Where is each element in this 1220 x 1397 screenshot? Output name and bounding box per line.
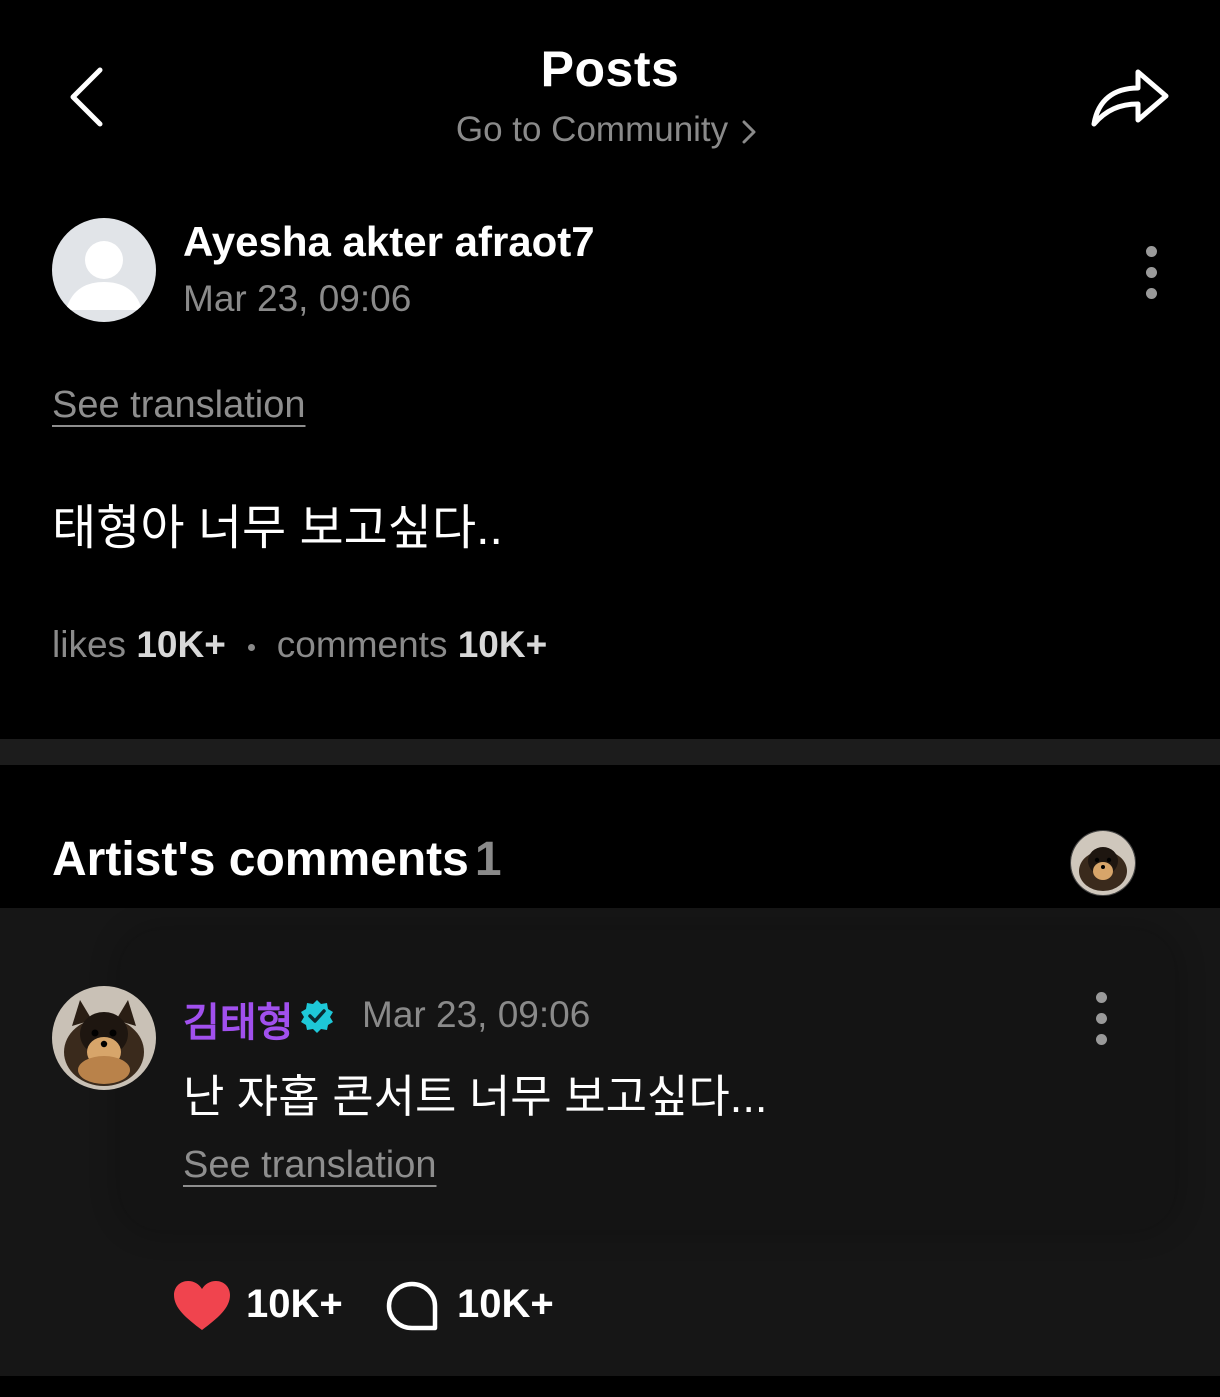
post-more-button[interactable]: [1136, 246, 1166, 306]
post-author-name[interactable]: Ayesha akter afraot7: [183, 218, 595, 266]
more-vertical-icon: [1136, 246, 1166, 299]
section-divider: [0, 739, 1220, 765]
pomeranian-avatar-image: [1071, 831, 1135, 895]
comment-date: Mar 23, 09:06: [362, 994, 591, 1035]
comment-text: 난 쟈홉 콘서트 너무 보고싶다...: [183, 1071, 768, 1122]
comments-count: 10K+: [457, 624, 548, 665]
comment-more-button[interactable]: [1086, 992, 1116, 1052]
artist-comment-avatar[interactable]: [52, 986, 156, 1090]
comment-reply-count: 10K+: [457, 1282, 554, 1326]
artist-comments-count: 1: [474, 833, 502, 886]
post-date: Mar 23, 09:06: [183, 278, 412, 319]
post-stats: likes 10K+ comments 10K+: [52, 624, 547, 666]
share-button[interactable]: [1088, 62, 1172, 134]
like-button[interactable]: [172, 1280, 232, 1332]
artist-comments-title: Artist's comments: [52, 833, 469, 886]
artist-mini-avatar[interactable]: [1070, 830, 1136, 896]
comment-see-translation-link[interactable]: See translation: [183, 1144, 437, 1187]
comment-like-count: 10K+: [246, 1282, 343, 1326]
share-icon: [1091, 69, 1169, 127]
likes-label: likes: [52, 624, 127, 665]
page-title: Posts: [540, 41, 680, 97]
comment-bubble-icon: [386, 1281, 438, 1331]
go-to-community-link[interactable]: Go to Community: [0, 110, 1220, 150]
verified-badge-icon: [299, 998, 335, 1034]
comments-label: comments: [276, 624, 448, 665]
chevron-right-icon: [742, 120, 756, 144]
artist-comments-heading: Artist's comments 1: [52, 832, 502, 887]
more-vertical-icon: [1086, 992, 1116, 1045]
pomeranian-avatar-image: [52, 986, 156, 1090]
comment-author-name[interactable]: 김태형: [183, 990, 293, 1048]
separator-dot: [247, 643, 255, 651]
reply-button[interactable]: [385, 1280, 439, 1332]
post-body-text: 태형아 너무 보고싶다..: [52, 502, 503, 555]
author-avatar[interactable]: [52, 218, 156, 322]
post-see-translation-link[interactable]: See translation: [52, 384, 306, 427]
heart-icon: [174, 1281, 230, 1330]
bottom-edge: [0, 1376, 1220, 1397]
default-user-icon: [66, 241, 142, 310]
likes-count: 10K+: [136, 624, 226, 665]
community-link-label: Go to Community: [455, 110, 729, 149]
